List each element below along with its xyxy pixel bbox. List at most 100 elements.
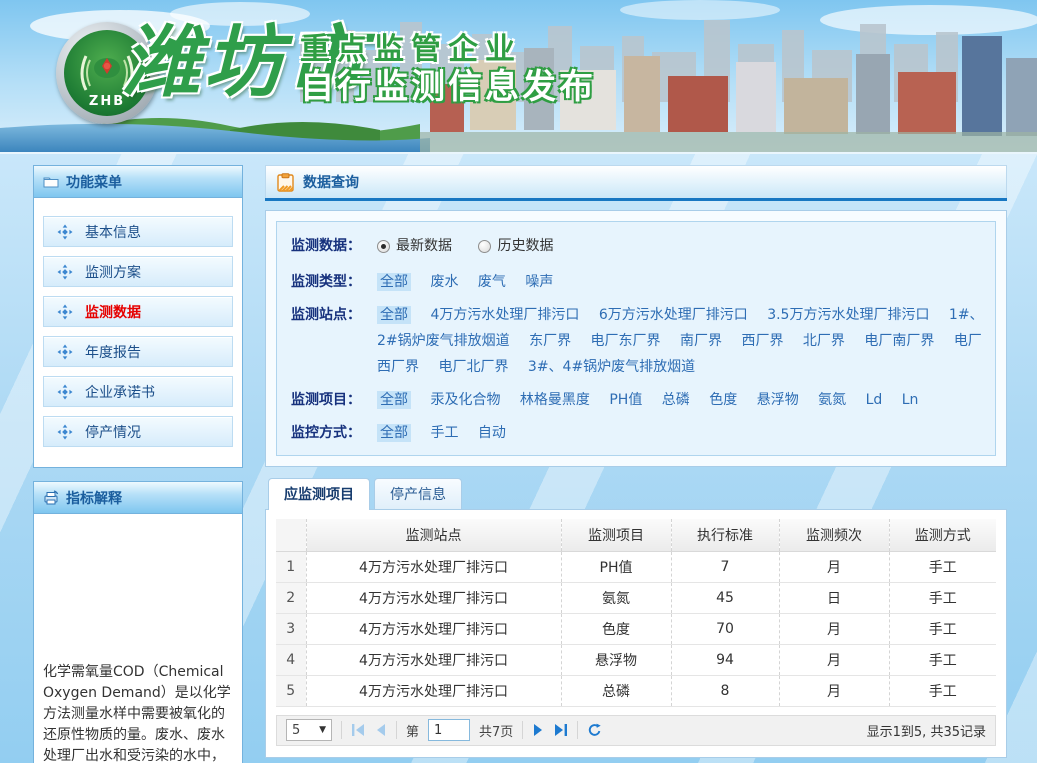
cell-item: PH值 [561,551,671,582]
refresh-button[interactable] [587,723,602,738]
divider [341,721,342,739]
tab-required-items[interactable]: 应监测项目 [268,478,370,510]
sidebar-item-label: 年度报告 [85,342,141,362]
last-page-icon [553,723,568,737]
sidebar-item-label: 监测方案 [85,262,141,282]
sidebar-item-annual-report[interactable]: 年度报告 [43,336,233,367]
page-size-select[interactable]: 5 ▼ [286,719,332,741]
site-banner: ZHB 潍坊市 重点监管企业 自行监测信息发布 [0,0,1037,152]
cell-standard: 94 [671,644,779,675]
function-menu-panel: 功能菜单 基本信息 监测方案 监测数据 [33,165,243,468]
filter-option-station[interactable]: 电厂东厂界 [591,333,661,349]
filter-option-item[interactable]: Ln [902,392,919,408]
cell-item: 氨氮 [561,582,671,613]
cell-standard: 45 [671,582,779,613]
filter-option-item[interactable]: 全部 [377,391,411,409]
indicator-header: 指标解释 [34,482,242,514]
next-page-button[interactable] [532,723,544,737]
filter-option-station[interactable]: 电厂北厂界 [438,359,508,375]
sidebar-item-commitment[interactable]: 企业承诺书 [43,376,233,407]
filter-row-monitor-type: 监测类型： 全部 废水 废气 噪声 [291,269,987,295]
filter-option-method-manual[interactable]: 手工 [430,425,458,441]
filter-option-item[interactable]: 氨氮 [818,392,846,408]
sidebar-item-monitor-data[interactable]: 监测数据 [43,296,233,327]
filter-option-method-auto[interactable]: 自动 [478,425,506,441]
filter-row-item: 监测项目： 全部 汞及化合物 林格曼黑度 PH值 总磷 色度 悬浮物 氨氮 Ld… [291,387,987,413]
next-page-icon [532,723,544,737]
filter-option-item[interactable]: 汞及化合物 [430,392,500,408]
table-row: 5 4万方污水处理厂排污口 总磷 8 月 手工 [276,675,996,706]
filter-option-item[interactable]: 林格曼黑度 [520,392,590,408]
cell-frequency: 月 [779,644,889,675]
filter-option-station[interactable]: 电厂南厂界 [864,333,934,349]
sidebar-item-monitor-plan[interactable]: 监测方案 [43,256,233,287]
filter-option-type-all[interactable]: 全部 [377,273,411,291]
filter-option-type-wastegas[interactable]: 废气 [478,274,506,290]
banner-subtitle: 重点监管企业 自行监测信息发布 [300,33,596,107]
rownum-header [276,519,306,552]
diamond-arrows-icon [57,224,73,240]
cell-item: 悬浮物 [561,644,671,675]
filter-label-monitor-type: 监测类型： [291,269,377,295]
filter-option-station[interactable]: 6万方污水处理厂排污口 [599,307,748,323]
filter-option-station[interactable]: 3.5万方污水处理厂排污口 [767,307,929,323]
cell-station: 4万方污水处理厂排污口 [306,613,561,644]
table-row: 4 4万方污水处理厂排污口 悬浮物 94 月 手工 [276,644,996,675]
chevron-down-icon: ▼ [319,725,326,735]
filter-option-item[interactable]: 色度 [709,392,737,408]
filter-option-type-noise[interactable]: 噪声 [525,274,553,290]
filter-option-station[interactable]: 西厂界 [741,333,783,349]
page: ZHB 潍坊市 重点监管企业 自行监测信息发布 功能菜单 [0,0,1037,763]
cell-standard: 8 [671,675,779,706]
filter-option-station[interactable]: 全部 [377,306,411,324]
filter-option-station[interactable]: 南厂界 [680,333,722,349]
filter-option-method-all[interactable]: 全部 [377,424,411,442]
row-number: 4 [276,644,306,675]
prev-page-button[interactable] [375,723,387,737]
divider [396,721,397,739]
filter-option-station[interactable]: 东厂界 [529,333,571,349]
sidebar-item-label: 基本信息 [85,222,141,242]
filter-option-station[interactable]: 3#、4#锅炉废气排放烟道 [528,359,695,375]
diamond-arrows-icon [57,304,73,320]
data-query-header: 数据查询 [265,165,1007,198]
clipboard-icon [277,173,294,192]
filter-option-item[interactable]: 总磷 [662,392,690,408]
function-menu-header: 功能菜单 [34,166,242,198]
radio-label: 历史数据 [497,233,553,259]
page-prefix-label: 第 [406,721,419,740]
page-number-input[interactable] [428,719,470,741]
cell-frequency: 月 [779,613,889,644]
pagination-bar: 5 ▼ 第 共7页 [276,715,996,746]
sidebar-item-label: 监测数据 [85,302,141,322]
total-pages-label: 共7页 [479,721,513,740]
cell-method: 手工 [889,582,996,613]
table-row: 1 4万方污水处理厂排污口 PH值 7 月 手工 [276,551,996,582]
sidebar-item-shutdown[interactable]: 停产情况 [43,416,233,447]
first-page-button[interactable] [351,723,366,737]
radio-latest-data[interactable]: 最新数据 [377,233,452,259]
cell-station: 4万方污水处理厂排污口 [306,582,561,613]
radio-label: 最新数据 [396,233,452,259]
indicator-title: 指标解释 [66,488,122,508]
radio-unchecked-icon [478,240,491,253]
filter-option-type-wastewater[interactable]: 废水 [430,274,458,290]
filter-row-station: 监测站点： 全部 4万方污水处理厂排污口 6万方污水处理厂排污口 3.5万方污水… [291,302,987,380]
tab-shutdown-info[interactable]: 停产信息 [374,478,462,509]
filter-option-item[interactable]: 悬浮物 [757,392,799,408]
col-header: 监测方式 [889,519,996,552]
filter-option-station[interactable]: 北厂界 [803,333,845,349]
folder-icon [43,174,59,190]
data-query-title: 数据查询 [303,172,359,192]
cell-frequency: 月 [779,675,889,706]
filter-option-item[interactable]: Ld [866,392,883,408]
radio-history-data[interactable]: 历史数据 [478,233,553,259]
cell-method: 手工 [889,613,996,644]
cell-item: 总磷 [561,675,671,706]
last-page-button[interactable] [553,723,568,737]
diamond-arrows-icon [57,424,73,440]
filter-option-item[interactable]: PH值 [609,392,642,408]
filter-option-station[interactable]: 4万方污水处理厂排污口 [430,307,579,323]
diamond-arrows-icon [57,264,73,280]
sidebar-item-basic-info[interactable]: 基本信息 [43,216,233,247]
